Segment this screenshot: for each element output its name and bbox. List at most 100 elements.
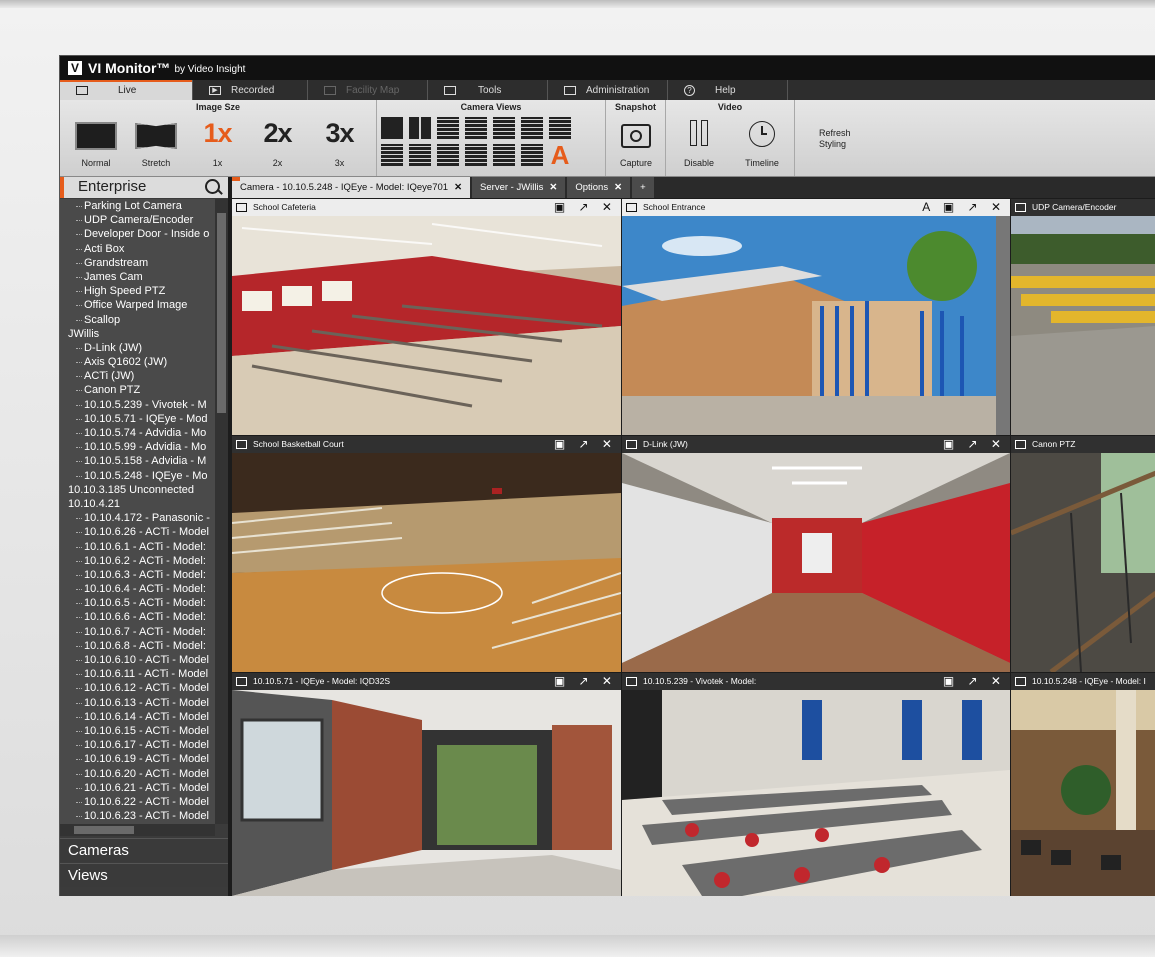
tree-node[interactable]: 10.10.6.2 - ACTi - Model: — [60, 554, 215, 568]
tree-node[interactable]: 10.10.6.5 - ACTi - Model: — [60, 596, 215, 610]
camera-controls[interactable]: A ▣ ↗ ✕ — [922, 199, 1006, 216]
tree-node[interactable]: 10.10.6.8 - ACTi - Model: — [60, 639, 215, 653]
camera-controls[interactable]: ▣ ↗ ✕ — [554, 673, 617, 690]
tree-node[interactable]: 10.10.5.99 - Advidia - Mo — [60, 440, 215, 454]
tree-node[interactable]: 10.10.6.3 - ACTi - Model: — [60, 568, 215, 582]
tree-node[interactable]: 10.10.5.74 - Advidia - Mo — [60, 426, 215, 440]
camera-tile[interactable]: UDP Camera/Encoder — [1011, 199, 1155, 435]
layout-1-icon[interactable] — [381, 117, 403, 139]
scrollbar-thumb[interactable] — [217, 213, 226, 413]
tree-node[interactable]: 10.10.6.20 - ACTi - Model — [60, 767, 215, 781]
tree-node[interactable]: 10.10.6.15 - ACTi - Model — [60, 724, 215, 738]
menu-tab-recorded[interactable]: ▶ Recorded — [193, 80, 308, 100]
camera-tile[interactable]: Canon PTZ — [1011, 436, 1155, 672]
tree-node[interactable]: 10.10.6.13 - ACTi - Model — [60, 696, 215, 710]
stretch-button[interactable]: Stretch — [126, 118, 186, 168]
camera-tile[interactable]: 10.10.5.248 - IQEye - Model: I — [1011, 673, 1155, 896]
tree-node[interactable]: 10.10.3.185 Unconnected — [60, 483, 215, 497]
menu-tab-tools[interactable]: Tools — [428, 80, 548, 100]
layout-12-icon[interactable] — [521, 117, 543, 139]
tree-node[interactable]: 10.10.5.71 - IQEye - Mod — [60, 412, 215, 426]
camera-tile[interactable]: 10.10.5.71 - IQEye - Model: IQD32S ▣ ↗ ✕ — [232, 673, 621, 896]
tab-camera[interactable]: Camera - 10.10.5.248 - IQEye - Model: IQ… — [232, 177, 471, 198]
tree-node[interactable]: 10.10.6.6 - ACTi - Model: — [60, 610, 215, 624]
layout-9-icon[interactable] — [465, 117, 487, 139]
layout-20-icon[interactable] — [409, 144, 431, 166]
tree-node[interactable]: 10.10.5.248 - IQEye - Mo — [60, 469, 215, 483]
zoom-3x-button[interactable]: 3x 3x — [312, 118, 367, 168]
tree-node[interactable]: 10.10.6.1 - ACTi - Model: — [60, 540, 215, 554]
camera-tile[interactable]: School Cafeteria ▣ ↗ ✕ — [232, 199, 621, 435]
tree-node[interactable]: Grandstream — [60, 256, 215, 270]
search-icon[interactable] — [205, 179, 220, 194]
views-button[interactable]: Views — [60, 863, 228, 887]
capture-button[interactable]: Capture — [608, 118, 664, 168]
layout-36-icon[interactable] — [465, 144, 487, 166]
tree-node[interactable]: 10.10.6.10 - ACTi - Model — [60, 653, 215, 667]
layout-13-icon[interactable] — [549, 117, 571, 139]
menu-tab-live[interactable]: Live — [60, 80, 193, 100]
tree-node[interactable]: 10.10.6.17 - ACTi - Model — [60, 738, 215, 752]
tab-server[interactable]: Server - JWillis ✕ — [472, 177, 566, 198]
camera-tile[interactable]: 10.10.5.239 - Vivotek - Model: ▣ ↗ ✕ — [622, 673, 1010, 896]
menu-tab-administration[interactable]: Administration — [548, 80, 668, 100]
layout-16-icon[interactable] — [381, 144, 403, 166]
tree-node[interactable]: 10.10.6.14 - ACTi - Model — [60, 710, 215, 724]
tree-node[interactable]: 10.10.6.12 - ACTi - Model — [60, 681, 215, 695]
camera-controls[interactable]: ▣ ↗ ✕ — [554, 436, 617, 453]
camera-controls[interactable]: ▣ ↗ ✕ — [554, 199, 617, 216]
tree-node[interactable]: Axis Q1602 (JW) — [60, 355, 215, 369]
layout-wide-icon[interactable] — [493, 144, 515, 166]
close-icon[interactable]: ✕ — [614, 182, 622, 193]
timeline-button[interactable]: Timeline — [734, 118, 790, 168]
disable-button[interactable]: Disable — [674, 118, 724, 168]
camera-controls[interactable]: ▣ ↗ ✕ — [943, 436, 1006, 453]
tree-node[interactable]: 10.10.4.172 - Panasonic - — [60, 511, 215, 525]
tree-node[interactable]: 10.10.6.4 - ACTi - Model: — [60, 582, 215, 596]
tree-node[interactable]: UDP Camera/Encoder — [60, 213, 215, 227]
add-tab-button[interactable]: + — [632, 177, 654, 198]
tree-horizontal-scrollbar[interactable] — [60, 824, 215, 836]
tree-node[interactable]: ACTi (JW) — [60, 369, 215, 383]
tree-node[interactable]: 10.10.5.239 - Vivotek - M — [60, 398, 215, 412]
layout-4-icon[interactable] — [409, 117, 431, 139]
layout-25-icon[interactable] — [437, 144, 459, 166]
font-icon[interactable]: A — [549, 142, 571, 168]
scrollbar-thumb[interactable] — [74, 826, 134, 834]
tree-node[interactable]: 10.10.6.19 - ACTi - Model — [60, 752, 215, 766]
layout-strip-icon[interactable] — [521, 144, 543, 166]
tree-node[interactable]: Developer Door - Inside o — [60, 227, 215, 241]
layout-6-icon[interactable] — [437, 117, 459, 139]
tree-node[interactable]: JWillis — [60, 327, 215, 341]
tree-node[interactable]: Canon PTZ — [60, 383, 215, 397]
tree-node[interactable]: 10.10.4.21 — [60, 497, 215, 511]
menu-tab-help[interactable]: ? Help — [668, 80, 788, 100]
camera-tile[interactable]: School Entrance A ▣ ↗ ✕ — [622, 199, 1010, 435]
tree-node[interactable]: 10.10.6.26 - ACTi - Model — [60, 525, 215, 539]
tree-node[interactable]: Parking Lot Camera — [60, 199, 215, 213]
zoom-1x-button[interactable]: 1x 1x — [190, 118, 245, 168]
tree-node[interactable]: Scallop — [60, 313, 215, 327]
camera-tile[interactable]: School Basketball Court ▣ ↗ ✕ — [232, 436, 621, 672]
tree-node[interactable]: Acti Box — [60, 242, 215, 256]
camera-tile[interactable]: D-Link (JW) ▣ ↗ ✕ — [622, 436, 1010, 672]
tree-node[interactable]: D-Link (JW) — [60, 341, 215, 355]
tree-vertical-scrollbar[interactable] — [215, 199, 228, 824]
refresh-styling-button[interactable]: Refresh Styling — [819, 128, 851, 150]
tree-node[interactable]: Office Warped Image — [60, 298, 215, 312]
tree-node[interactable]: 10.10.6.21 - ACTi - Model — [60, 781, 215, 795]
close-icon[interactable]: ✕ — [549, 182, 557, 193]
tree-node[interactable]: James Cam — [60, 270, 215, 284]
camera-controls[interactable]: ▣ ↗ ✕ — [943, 673, 1006, 690]
close-icon[interactable]: ✕ — [454, 182, 462, 193]
tree-node[interactable]: 10.10.6.23 - ACTi - Model — [60, 809, 215, 823]
tree-node[interactable]: 10.10.6.11 - ACTi - Model — [60, 667, 215, 681]
tree-node[interactable]: 10.10.6.22 - ACTi - Model — [60, 795, 215, 809]
tree-node[interactable]: 10.10.5.158 - Advidia - M — [60, 454, 215, 468]
cameras-button[interactable]: Cameras — [60, 838, 228, 862]
menu-tab-facility-map[interactable]: Facility Map — [308, 80, 428, 100]
tab-options[interactable]: Options ✕ — [567, 177, 631, 198]
normal-button[interactable]: Normal — [66, 118, 126, 168]
layout-10-icon[interactable] — [493, 117, 515, 139]
tree-node[interactable]: High Speed PTZ — [60, 284, 215, 298]
